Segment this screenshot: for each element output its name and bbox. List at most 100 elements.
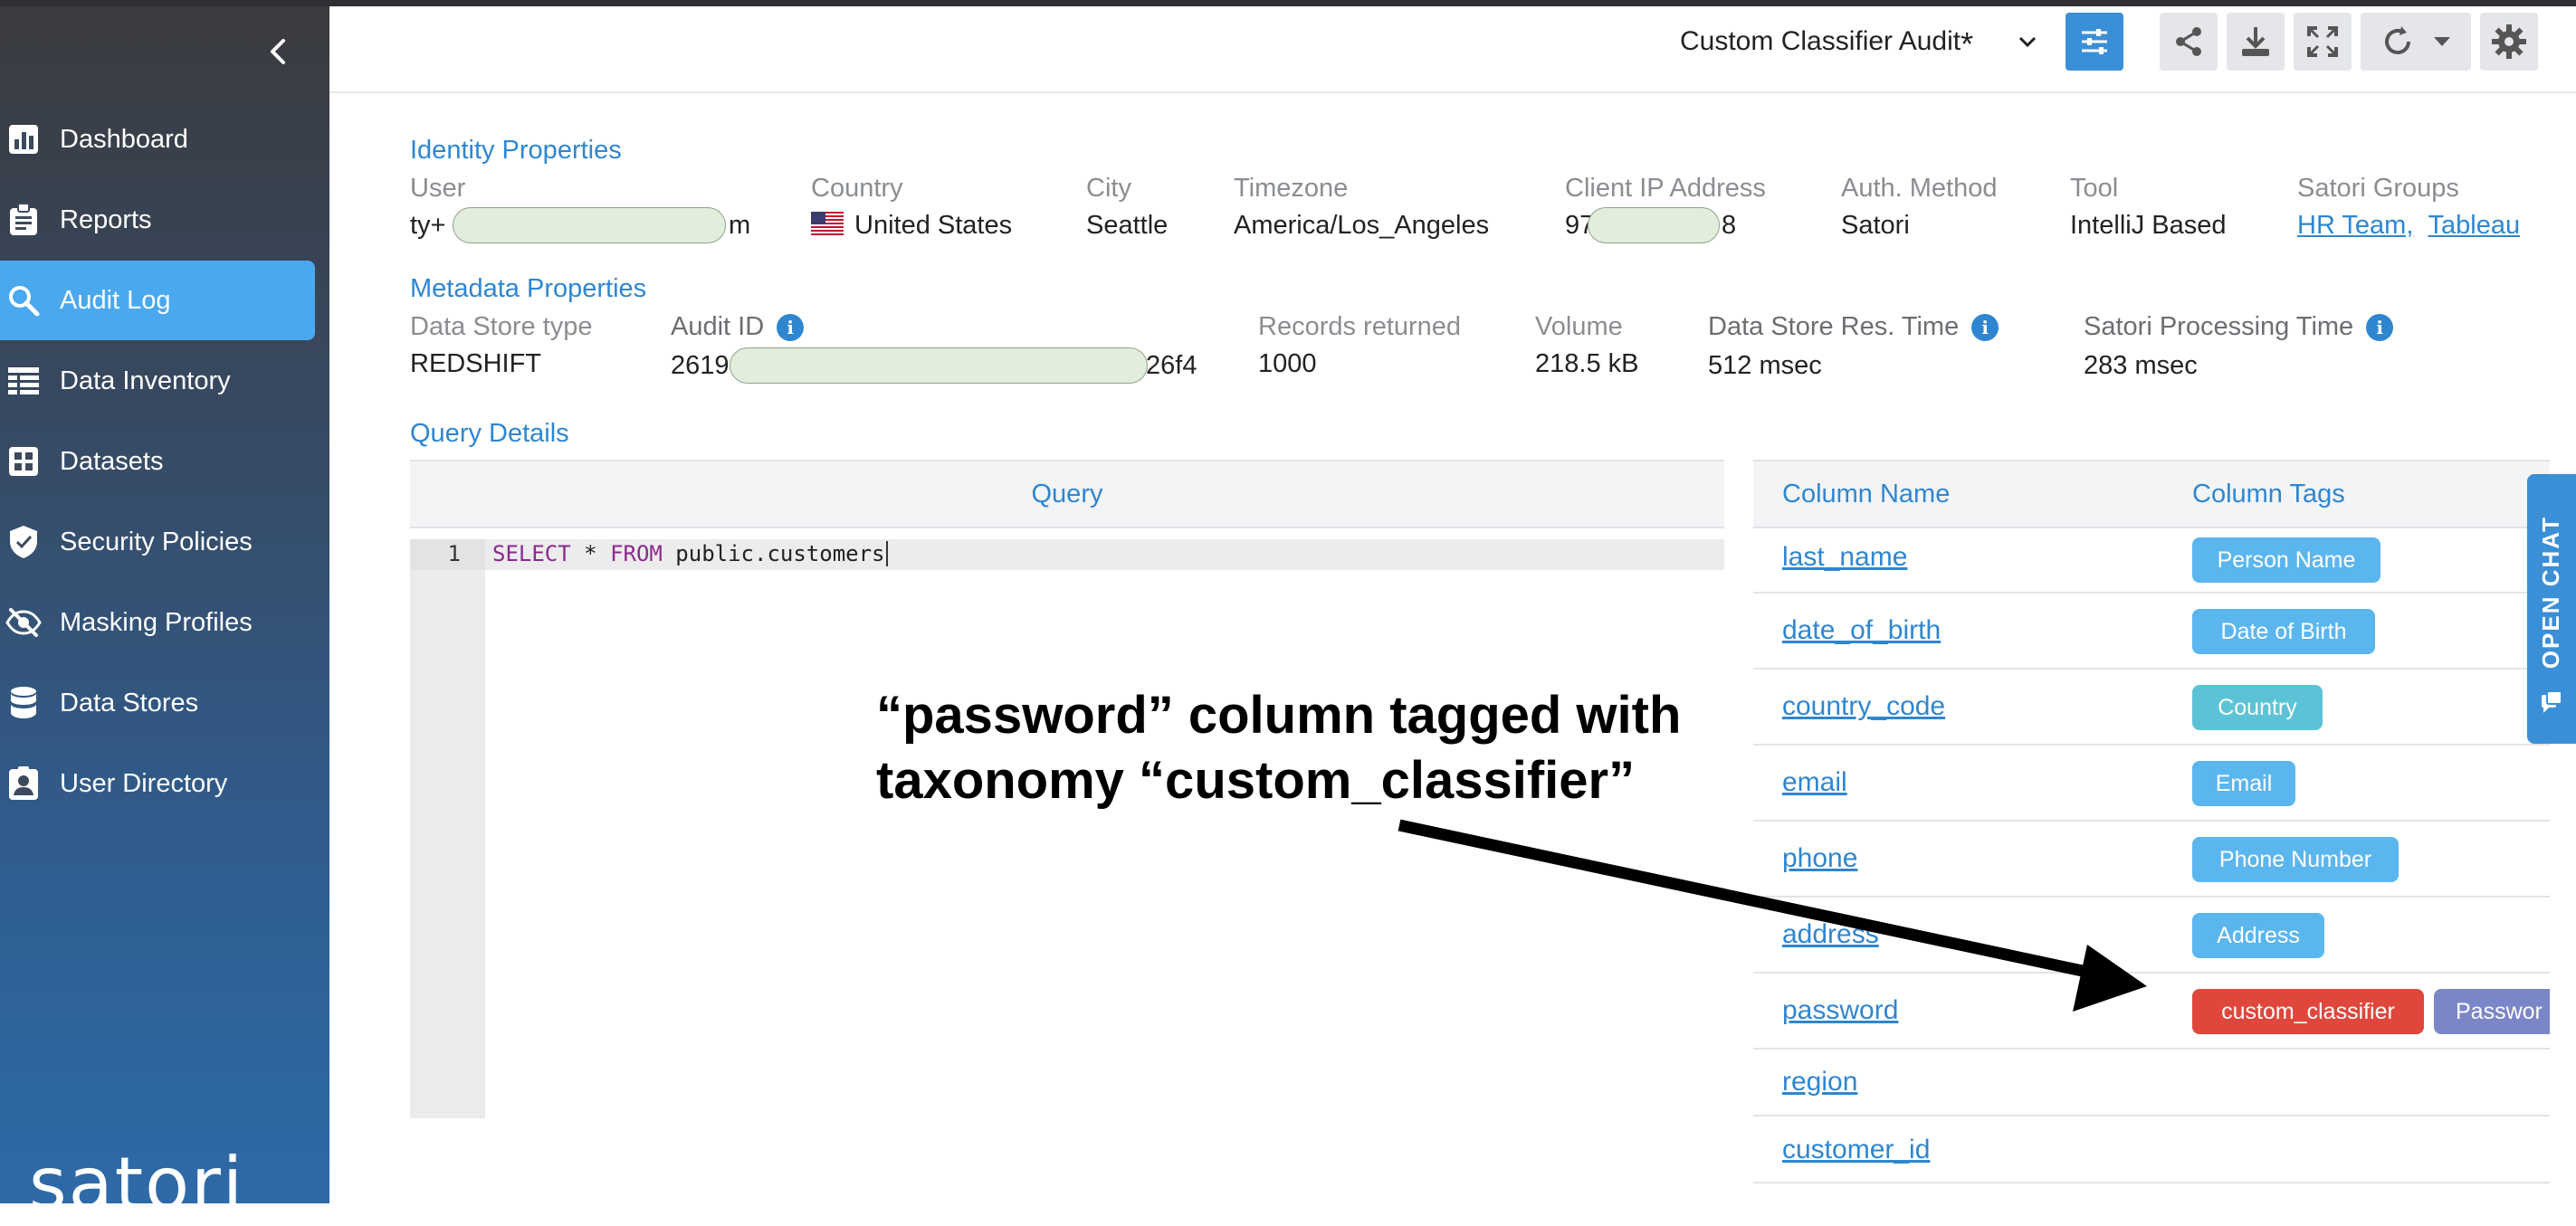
refresh-button[interactable] (2361, 13, 2471, 71)
tool-value: IntelliJ Based (2070, 211, 2227, 240)
user-card-icon (5, 765, 42, 802)
sidebar-item-user-directory[interactable]: User Directory (0, 744, 315, 823)
info-icon[interactable]: i (777, 314, 805, 342)
tag-chip-custom-classifier[interactable]: custom_classifier (2192, 989, 2424, 1034)
sidebar-item-label: Datasets (60, 446, 164, 476)
open-chat-text: OPEN CHAT (2537, 516, 2564, 670)
unsaved-marker: * (1961, 25, 1974, 62)
country-text: United States (854, 211, 1013, 240)
column-name-link[interactable]: country_code (1782, 691, 1945, 722)
refresh-icon (2385, 26, 2410, 54)
records-returned-value: 1000 (1258, 349, 1317, 378)
column-tags-header: Column Tags (2192, 480, 2345, 508)
table-row: region (1753, 1050, 2550, 1117)
sidebar-item-datasets[interactable]: Datasets (0, 422, 315, 501)
table-row: country_code Country (1753, 670, 2550, 746)
window-top-strip (0, 0, 2576, 6)
redacted-ip (1588, 207, 1720, 243)
data-store-type-label: Data Store type (410, 312, 593, 341)
annotation-callout: “password” column tagged with taxonomy “… (876, 683, 1681, 813)
eye-slash-icon (5, 604, 42, 641)
metadata-properties-title: Metadata Properties (410, 274, 647, 303)
fullscreen-button[interactable] (2294, 13, 2352, 71)
share-button[interactable] (2160, 13, 2218, 71)
info-icon[interactable]: i (1971, 314, 1999, 342)
column-name-link[interactable]: customer_id (1782, 1135, 1930, 1165)
column-name-link[interactable]: date_of_birth (1782, 615, 1941, 646)
column-name-link[interactable]: phone (1782, 843, 1857, 874)
sidebar-item-label: Data Inventory (60, 366, 231, 395)
info-icon[interactable]: i (2366, 314, 2394, 342)
group-link-hr-team[interactable]: HR Team, (2297, 211, 2413, 240)
query-editor[interactable]: SELECT * FROM public.customers (492, 541, 888, 566)
table-row: last_name Person Name (1753, 528, 2550, 594)
filter-settings-button[interactable] (2066, 13, 2123, 71)
audit-id-label-text: Audit ID (671, 312, 765, 341)
sidebar-item-label: User Directory (60, 768, 228, 798)
line-number: 1 (447, 541, 461, 566)
volume-value: 218.5 kB (1535, 349, 1639, 378)
sidebar-item-security-policies[interactable]: Security Policies (0, 502, 315, 582)
identity-properties-title: Identity Properties (410, 136, 622, 165)
tag-chip-password[interactable]: Passwor (2434, 989, 2550, 1034)
sidebar-item-data-inventory[interactable]: Data Inventory (0, 341, 315, 421)
keyword-from: FROM (610, 541, 663, 566)
editor-gutter (410, 539, 485, 1118)
table-row: address Address (1753, 898, 2550, 974)
tag-chip[interactable]: Date of Birth (2192, 609, 2375, 654)
tag-chip[interactable]: Address (2192, 913, 2324, 958)
column-name-link[interactable]: password (1782, 995, 1898, 1026)
timezone-label: Timezone (1234, 174, 1349, 203)
caret-down-icon (2434, 37, 2450, 46)
tool-label: Tool (2070, 174, 2119, 203)
column-name-link[interactable]: address (1782, 919, 1879, 950)
res-time-value: 512 msec (1708, 351, 1822, 380)
share-icon (2176, 27, 2201, 56)
settings-button[interactable] (2480, 13, 2538, 71)
country-label: Country (811, 174, 903, 203)
sidebar-item-reports[interactable]: Reports (0, 180, 315, 260)
keyword-select: SELECT (492, 541, 571, 566)
report-selector[interactable]: Custom Classifier Audit* (1680, 25, 1973, 63)
country-value: United States (811, 211, 1012, 241)
audit-id-label: Audit ID i (671, 312, 805, 342)
sliders-icon (2082, 29, 2107, 54)
audit-id-prefix: 2619 (671, 351, 730, 380)
user-prefix: ty+ (410, 211, 446, 240)
brand-logo: satori (29, 1142, 245, 1226)
column-name-header: Column Name (1782, 480, 1951, 508)
column-name-link[interactable]: region (1782, 1067, 1857, 1098)
column-name-link[interactable]: last_name (1782, 542, 1907, 573)
table-row: date_of_birth Date of Birth (1753, 594, 2550, 670)
sidebar-item-label: Masking Profiles (60, 607, 253, 637)
sidebar-item-data-stores[interactable]: Data Stores (0, 663, 315, 743)
sidebar-item-dashboard[interactable]: Dashboard (0, 100, 315, 179)
redacted-audit-id (730, 347, 1148, 384)
report-title: Custom Classifier Audit (1680, 26, 1961, 56)
table-row: phone Phone Number (1753, 822, 2550, 898)
records-returned-label: Records returned (1258, 312, 1462, 341)
tag-chip[interactable]: Person Name (2192, 537, 2380, 583)
tag-chip[interactable]: Phone Number (2192, 837, 2399, 882)
sidebar-item-masking-profiles[interactable]: Masking Profiles (0, 583, 315, 662)
tag-chip[interactable]: Country (2192, 685, 2323, 730)
table-row: email Email (1753, 746, 2550, 822)
query-details-title: Query Details (410, 419, 569, 448)
download-button[interactable] (2227, 13, 2285, 71)
gear-icon (2492, 24, 2526, 59)
annotation-line-2: taxonomy “custom_classifier” (876, 751, 1636, 810)
sidebar-item-label: Security Policies (60, 527, 253, 556)
sidebar-item-audit-log[interactable]: Audit Log (0, 261, 315, 340)
city-label: City (1086, 174, 1131, 203)
report-dropdown[interactable] (2017, 31, 2038, 59)
columns-table-header: Column Name Column Tags (1753, 460, 2550, 528)
column-name-link[interactable]: email (1782, 767, 1847, 798)
timezone-value: America/Los_Angeles (1234, 211, 1490, 240)
query-panel-header: Query (410, 460, 1724, 528)
processing-time-label: Satori Processing Time i (2084, 312, 2394, 342)
query-star: * (570, 541, 611, 566)
collapse-sidebar-button[interactable] (261, 33, 297, 70)
group-link-tableau[interactable]: Tableau (2428, 211, 2521, 240)
tag-chip[interactable]: Email (2192, 761, 2295, 806)
sidebar-item-label: Data Stores (60, 688, 199, 718)
